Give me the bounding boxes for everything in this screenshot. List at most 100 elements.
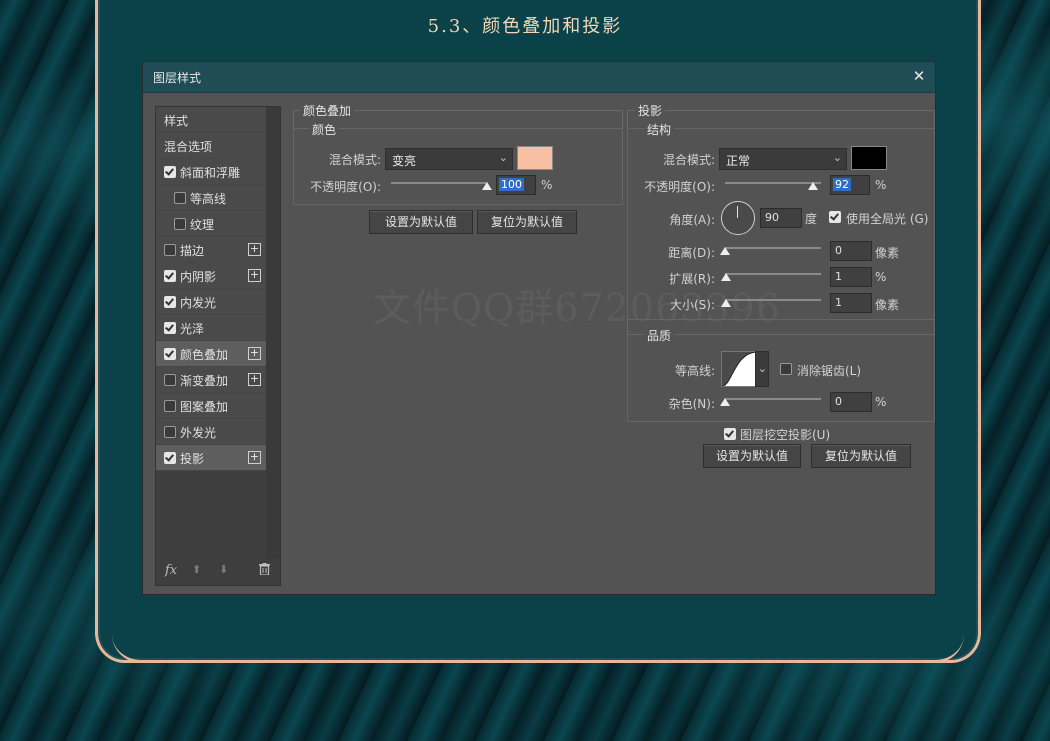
antialias-label: 消除锯齿(L)	[797, 364, 862, 378]
chevron-down-icon: ⌄	[498, 151, 508, 164]
effect-checkbox[interactable]	[164, 426, 176, 438]
co-opacity-input[interactable]: 100	[496, 175, 536, 195]
contour-preview[interactable]	[721, 351, 757, 387]
sidebar-item[interactable]: 渐变叠加 +	[156, 367, 266, 393]
co-blend-select[interactable]: 变亮 ⌄	[385, 148, 513, 170]
sidebar-item[interactable]: 图案叠加	[156, 393, 266, 419]
ds-angle-input[interactable]: 90	[760, 208, 802, 228]
color-overlay-title: 颜色叠加	[300, 102, 355, 119]
ds-set-default-button[interactable]: 设置为默认值	[703, 444, 801, 468]
move-up-icon[interactable]: ⬆	[192, 563, 201, 576]
sidebar-item-label: 样式	[164, 114, 189, 128]
add-effect-icon[interactable]: +	[248, 243, 261, 256]
effect-checkbox[interactable]	[164, 400, 176, 412]
ds-reset-default-button[interactable]: 复位为默认值	[811, 444, 911, 468]
ds-spread-input[interactable]: 1	[830, 267, 872, 287]
sidebar-footer: fx ⬆ ⬇	[156, 559, 280, 585]
noise-value: 0	[835, 395, 842, 408]
co-blend-label: 混合模式:	[328, 153, 381, 167]
effect-checkbox[interactable]	[174, 218, 186, 230]
color-subgroup-title: 颜色	[309, 121, 340, 138]
dialog-titlebar: 图层样式 ✕	[143, 62, 935, 93]
co-set-default-button[interactable]: 设置为默认值	[369, 210, 473, 234]
ds-distance-thumb[interactable]	[720, 247, 730, 255]
co-opacity-slider[interactable]	[391, 182, 487, 184]
sidebar-item-label: 斜面和浮雕	[180, 166, 241, 180]
close-icon[interactable]: ✕	[909, 66, 929, 86]
ds-spread-thumb[interactable]	[721, 273, 731, 281]
ds-opacity-input[interactable]: 92	[830, 175, 870, 195]
ds-spread-slider[interactable]	[725, 273, 821, 275]
effect-checkbox[interactable]	[164, 244, 176, 256]
contour-label: 等高线:	[674, 364, 715, 378]
co-reset-default-button[interactable]: 复位为默认值	[477, 210, 577, 234]
trash-icon[interactable]	[259, 563, 270, 578]
sidebar-item[interactable]: 光泽	[156, 315, 266, 341]
co-blend-value: 变亮	[392, 154, 417, 168]
sidebar-item[interactable]: 描边 +	[156, 237, 266, 263]
effect-checkbox[interactable]	[164, 322, 176, 334]
antialias-checkbox[interactable]	[780, 363, 792, 375]
ds-spread-label: 扩展(R):	[669, 272, 715, 286]
ds-size-slider[interactable]	[725, 299, 821, 301]
angle-dial[interactable]	[721, 201, 755, 235]
ds-size-thumb[interactable]	[721, 299, 731, 307]
sidebar-item[interactable]: 投影 +	[156, 445, 266, 471]
co-opacity-label: 不透明度(O):	[310, 180, 381, 194]
sidebar-scrollbar[interactable]	[266, 107, 280, 559]
co-opacity-value: 100	[499, 178, 524, 191]
sidebar-item[interactable]: 斜面和浮雕	[156, 159, 266, 185]
effect-checkbox[interactable]	[174, 192, 186, 204]
quality-title: 品质	[644, 327, 675, 344]
effect-checkbox[interactable]	[164, 452, 176, 464]
ds-spread-value: 1	[835, 270, 842, 283]
sidebar-item[interactable]: 等高线	[156, 185, 266, 211]
knockout-checkbox[interactable]	[724, 428, 736, 440]
ds-blend-select[interactable]: 正常 ⌄	[719, 148, 847, 170]
sidebar-item-label: 光泽	[180, 322, 205, 336]
fx-icon[interactable]: fx	[165, 563, 177, 578]
add-effect-icon[interactable]: +	[248, 451, 261, 464]
layer-style-dialog: 图层样式 ✕ 样式 混合选项 斜面和浮雕 等高线 纹理 描边 + 内阴影 + 内发光 光泽 颜色叠加 +…	[142, 61, 936, 595]
move-down-icon[interactable]: ⬇	[219, 563, 228, 576]
sidebar-item-label: 纹理	[190, 218, 215, 232]
sidebar-item[interactable]: 内发光	[156, 289, 266, 315]
sidebar-item-label: 描边	[180, 244, 205, 258]
global-light-checkbox[interactable]	[829, 211, 841, 223]
ds-color-swatch[interactable]	[851, 146, 887, 170]
sidebar-item-label: 内发光	[180, 296, 217, 310]
effect-checkbox[interactable]	[164, 296, 176, 308]
noise-slider[interactable]	[725, 398, 821, 400]
contour-dropdown[interactable]: ⌄	[755, 351, 769, 387]
co-opacity-thumb[interactable]	[482, 182, 492, 190]
sidebar-item-label: 颜色叠加	[180, 348, 229, 362]
sidebar-item[interactable]: 内阴影 +	[156, 263, 266, 289]
add-effect-icon[interactable]: +	[248, 347, 261, 360]
sidebar-item[interactable]: 样式	[156, 107, 266, 133]
add-effect-icon[interactable]: +	[248, 269, 261, 282]
effect-checkbox[interactable]	[164, 348, 176, 360]
sidebar-item[interactable]: 颜色叠加 +	[156, 341, 266, 367]
ds-distance-value: 0	[835, 244, 842, 257]
ds-opacity-value: 92	[833, 178, 851, 191]
noise-label: 杂色(N):	[668, 397, 715, 411]
effect-checkbox[interactable]	[164, 374, 176, 386]
ds-distance-unit: 像素	[875, 246, 900, 260]
noise-thumb[interactable]	[720, 398, 730, 406]
effect-checkbox[interactable]	[164, 166, 176, 178]
ds-distance-slider[interactable]	[725, 247, 821, 249]
dialog-title: 图层样式	[153, 71, 202, 85]
effect-checkbox[interactable]	[164, 270, 176, 282]
ds-opacity-thumb[interactable]	[808, 182, 819, 190]
sidebar-item[interactable]: 纹理	[156, 211, 266, 237]
noise-unit: %	[875, 395, 887, 409]
ds-distance-input[interactable]: 0	[830, 241, 872, 261]
structure-title: 结构	[644, 121, 675, 138]
noise-input[interactable]: 0	[830, 392, 872, 412]
sidebar-item[interactable]: 混合选项	[156, 133, 266, 159]
ds-opacity-slider[interactable]	[725, 182, 821, 184]
ds-size-input[interactable]: 1	[830, 293, 872, 313]
sidebar-item[interactable]: 外发光	[156, 419, 266, 445]
co-color-swatch[interactable]	[517, 146, 553, 170]
add-effect-icon[interactable]: +	[248, 373, 261, 386]
